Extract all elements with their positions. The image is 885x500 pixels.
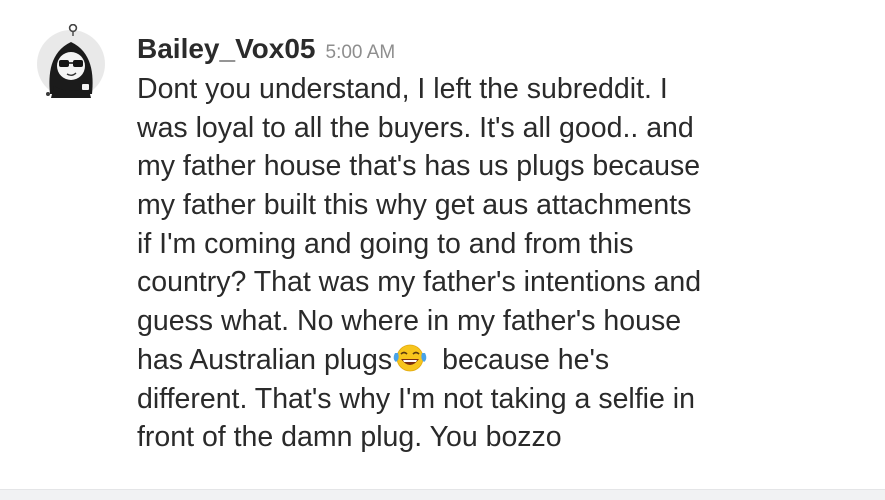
message-line: Dont you understand, I left the subreddi… [137,73,668,105]
hooded-figure-with-sunglasses-icon [37,24,105,98]
message-header: Bailey_Vox05 5:00 AM [137,33,395,67]
chat-message[interactable]: Bailey_Vox05 5:00 AM Dont you understand… [0,0,885,488]
timestamp: 5:00 AM [325,42,396,63]
chat-view: Bailey_Vox05 5:00 AM Dont you understand… [0,0,885,500]
message-line: was loyal to all the buyers. It's all go… [137,111,694,144]
message-line: guess what. No where in my father's hous… [137,305,682,338]
message-line: different. That's why I'm not taking a s… [137,382,695,415]
username[interactable]: Bailey_Vox05 [137,33,316,65]
avatar[interactable] [36,24,106,102]
message-line: my father house that's has us plugs beca… [137,150,701,183]
message-divider [0,489,885,500]
face-with-tears-of-joy-emoji [392,343,428,373]
message-line: country? That was my father's intentions… [137,266,702,299]
message-line-with-emoji: has Australian plugs because he's [137,341,872,380]
message-line: front of the damn plug. You bozzo [137,421,562,454]
message-body: Dont you understand, I left the subreddi… [137,70,872,457]
message-line: if I'm coming and going to and from this [137,227,634,260]
message-line-fragment: because he's [442,343,610,376]
message-line: my father built this why get aus attachm… [137,189,692,222]
message-line-fragment: has Australian plugs [137,343,393,376]
